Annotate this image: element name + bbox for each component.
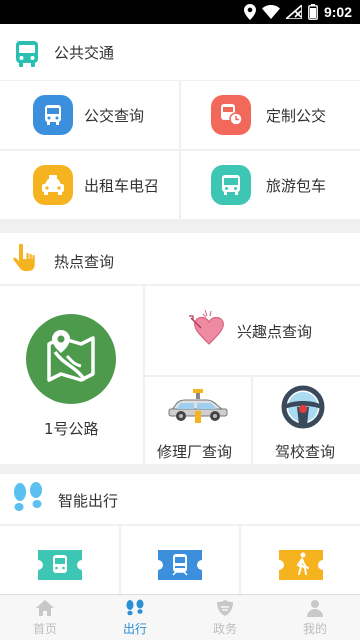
driving-school-button[interactable]: 驾校查询 xyxy=(253,377,360,464)
bus-icon xyxy=(33,95,73,135)
user-icon xyxy=(307,599,323,617)
tab-travel[interactable]: 出行 xyxy=(90,595,180,640)
repair-shop-label: 修理厂查询 xyxy=(157,443,233,461)
footprints-section-icon xyxy=(14,482,42,511)
steering-wheel-icon xyxy=(281,385,325,429)
bus-ticket-icon xyxy=(38,550,82,580)
wifi-icon xyxy=(261,5,280,19)
tab-government-label: 政务 xyxy=(212,621,237,636)
bottom-tab-bar: 首页 出行 政务 我的 xyxy=(0,594,360,640)
battery-icon xyxy=(308,4,318,20)
taxi-call-button[interactable]: 出租车电召 xyxy=(0,151,179,219)
tab-home[interactable]: 首页 xyxy=(0,595,90,640)
route-1-label: 1号公路 xyxy=(44,420,99,438)
tab-mine[interactable]: 我的 xyxy=(270,595,360,640)
home-icon xyxy=(36,599,54,616)
section-title-smart: 智能出行 xyxy=(58,492,119,510)
tap-hand-icon xyxy=(13,243,35,271)
smart-walk-ticket-button[interactable] xyxy=(241,526,360,594)
location-icon xyxy=(243,4,256,20)
footprints-icon xyxy=(126,599,144,615)
walk-ticket-icon xyxy=(279,550,323,580)
status-bar: 9:02 xyxy=(0,0,360,24)
tab-mine-label: 我的 xyxy=(302,621,327,636)
tab-home-label: 首页 xyxy=(32,621,57,636)
poi-query-button[interactable]: 兴趣点查询 xyxy=(145,286,360,375)
map-icon xyxy=(26,314,116,404)
taxi-icon xyxy=(33,165,73,205)
section-title-hotspot: 热点查询 xyxy=(54,253,115,271)
section-title-transit: 公共交通 xyxy=(54,44,115,62)
no-signal-icon xyxy=(285,5,302,19)
government-icon xyxy=(217,599,233,616)
smart-train-ticket-button[interactable] xyxy=(121,526,239,594)
repair-shop-button[interactable]: 修理厂查询 xyxy=(145,377,251,464)
tab-government[interactable]: 政务 xyxy=(180,595,270,640)
tab-travel-label: 出行 xyxy=(122,621,147,636)
bus-section-icon xyxy=(16,41,38,67)
bus-query-button[interactable]: 公交查询 xyxy=(0,81,179,149)
status-icons: 9:02 xyxy=(243,3,352,21)
poi-query-label: 兴趣点查询 xyxy=(237,323,313,341)
smart-bus-ticket-button[interactable] xyxy=(0,526,119,594)
train-ticket-icon xyxy=(158,550,202,580)
tour-bus-label: 旅游包车 xyxy=(266,177,327,195)
car-repair-icon xyxy=(168,389,228,423)
bus-query-label: 公交查询 xyxy=(84,107,145,125)
heart-icon xyxy=(189,309,224,345)
status-time: 9:02 xyxy=(323,4,352,20)
custom-bus-button[interactable]: 定制公交 xyxy=(181,81,360,149)
section-header-smart: 智能出行 xyxy=(0,474,360,524)
tour-bus-button[interactable]: 旅游包车 xyxy=(181,151,360,219)
section-header-hotspot: 热点查询 xyxy=(0,233,360,284)
tour-bus-icon xyxy=(211,165,251,205)
custom-bus-icon xyxy=(211,95,251,135)
driving-school-label: 驾校查询 xyxy=(275,443,336,461)
taxi-call-label: 出租车电召 xyxy=(84,177,160,195)
route-1-button[interactable]: 1号公路 xyxy=(0,286,143,464)
section-header-transit: 公共交通 xyxy=(0,24,360,80)
custom-bus-label: 定制公交 xyxy=(266,107,327,125)
